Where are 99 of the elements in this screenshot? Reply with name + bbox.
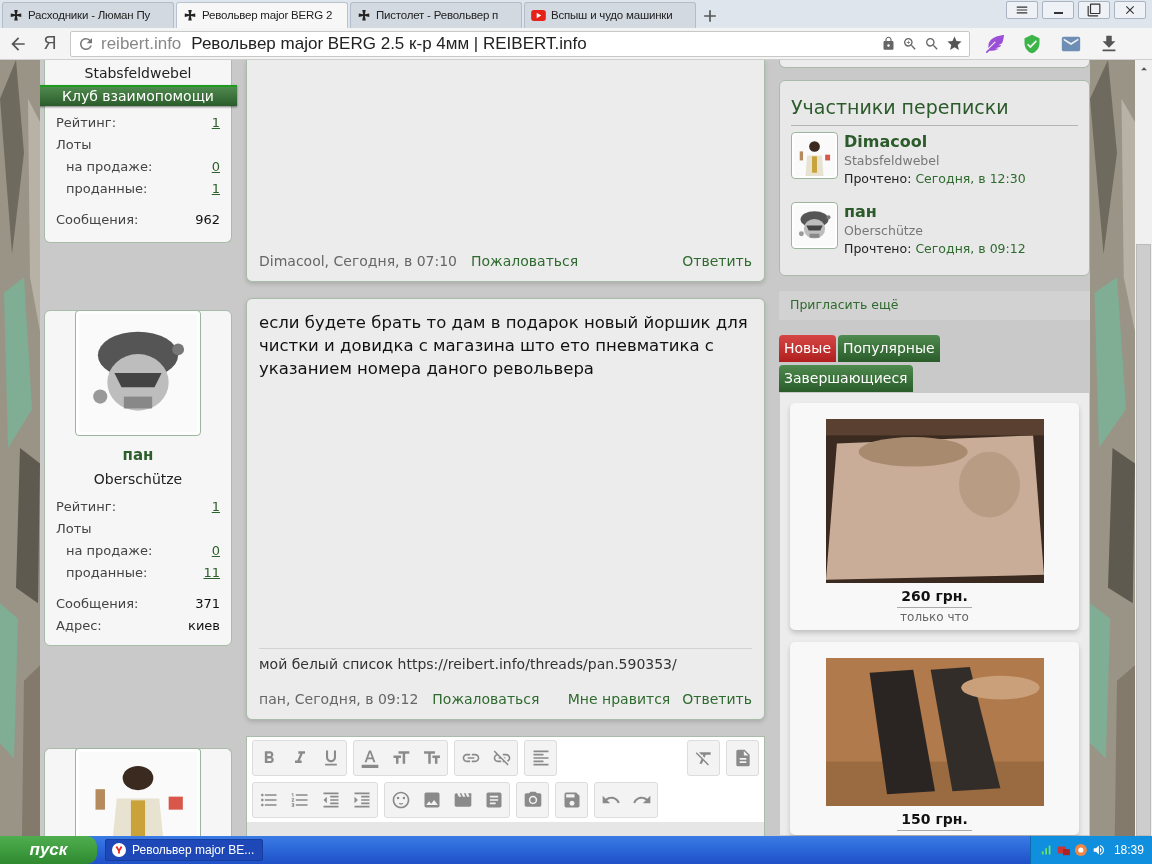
stat-link[interactable]: 0 [211, 157, 220, 177]
stat-label: Рейтинг: [56, 114, 117, 133]
post-meta: пан, Сегодня, в 09:12 [259, 689, 419, 709]
close-button[interactable] [1114, 1, 1146, 19]
participant-name[interactable]: пан [844, 202, 1026, 223]
listing-tab[interactable]: Новые [779, 335, 836, 362]
listing-price: 150 грн. [897, 809, 972, 831]
avatar-frame[interactable] [791, 132, 838, 180]
participants-title: Участники переписки [791, 95, 1009, 118]
lock-icon [881, 36, 896, 51]
listing-card[interactable]: 260 грн. только что [790, 403, 1079, 630]
close-icon [1123, 3, 1137, 17]
minimize-icon [1053, 12, 1063, 14]
user-rank: Stabsfeldwebel [84, 64, 192, 83]
report-link[interactable]: Пожаловаться [432, 688, 540, 710]
stat-label: на продаже: [66, 541, 153, 560]
stat-label: Сообщения: [56, 594, 139, 613]
stat-label: Рейтинг: [56, 497, 117, 516]
restore-button[interactable] [1078, 1, 1110, 19]
cross-icon [9, 8, 23, 23]
action-link[interactable]: Ответить [682, 688, 752, 710]
browser-tab[interactable]: Револьвер major BERG 2 [176, 2, 348, 28]
feather-icon[interactable] [986, 34, 1004, 53]
listing-price: 260 грн. [897, 586, 972, 608]
listing-card[interactable]: 150 грн. [790, 642, 1079, 835]
stat-link[interactable]: 1 [211, 179, 220, 199]
browser-tab[interactable]: Расходники - Люман Пу [2, 2, 174, 28]
stat-label: на продаже: [66, 158, 153, 177]
scrollbar-thumb[interactable] [1136, 244, 1151, 836]
post-meta: Dimacool, Сегодня, в 07:10 [259, 251, 458, 271]
volume-icon [1092, 843, 1106, 857]
listing-time: только что [900, 609, 969, 626]
stat-value: 962 [195, 211, 220, 230]
task-title: Револьвер major BE... [132, 842, 255, 859]
yandex-button[interactable]: Я [40, 30, 60, 57]
post-text: если будете брать то дам в подарок новый йоршик для чистки и довидка с магазина што ето пневматика с указанием номера даного револьвера [259, 312, 749, 380]
browser-icon [112, 843, 126, 857]
restore-icon [1087, 3, 1101, 17]
user-rank: Oberschütze [93, 469, 183, 489]
stat-label: проданные: [66, 180, 148, 199]
participant-rank: Stabsfeldwebel [844, 152, 941, 171]
minimize-button[interactable] [1042, 1, 1074, 19]
stat-label: Сообщения: [56, 211, 139, 230]
zoom-icon [902, 35, 918, 52]
camera-icon [522, 790, 543, 810]
tab-title: Вспыш и чудо машинки [551, 7, 673, 23]
stat-label: Лоты [56, 136, 93, 154]
start-button[interactable]: пуск [0, 836, 97, 864]
action-link[interactable]: Ответить [682, 250, 752, 272]
tab-title: Револьвер major BERG 2 [202, 7, 333, 23]
avatar-frame[interactable] [791, 202, 838, 250]
signal-icon [1039, 843, 1053, 857]
club-ribbon: Клуб взаимопомощи [40, 85, 237, 106]
stat-label: проданные: [66, 563, 148, 582]
stat-link[interactable]: 1 [211, 113, 220, 133]
signature-text: мой белый список https://reibert.info/threads/pan.590353/ [259, 656, 677, 672]
action-link[interactable]: Мне нравится [567, 688, 671, 710]
browser-tab[interactable]: Вспыш и чудо машинки [524, 2, 696, 28]
read-time: Сегодня, в 09:12 [915, 240, 1026, 259]
menu-button[interactable] [1006, 1, 1038, 19]
tab-title: Расходники - Люман Пу [28, 7, 151, 23]
invite-link[interactable]: Пригласить ещё [790, 295, 899, 315]
read-label: Прочтено: [844, 240, 912, 259]
text-color-icon [359, 748, 380, 768]
cross-icon [357, 8, 371, 23]
tray-app-icon [1074, 843, 1089, 857]
listing-tab[interactable]: Завершающиеся [779, 365, 913, 392]
stat-value: 371 [195, 594, 220, 613]
participant-name[interactable]: Dimacool [844, 132, 1026, 153]
browser-tab[interactable]: Пистолет - Револьвер п [350, 2, 522, 28]
play-icon [531, 10, 546, 21]
report-link[interactable]: Пожаловаться [471, 250, 579, 272]
shield-icon[interactable] [1022, 33, 1042, 54]
taskbar-task[interactable]: Револьвер major BE... [105, 839, 263, 861]
stat-link[interactable]: 1 [211, 496, 220, 517]
listing-tab[interactable]: Популярные [838, 335, 940, 362]
stat-label: Адрес: [56, 616, 102, 635]
stat-link[interactable]: 0 [211, 540, 220, 561]
clock: 18:39 [1113, 842, 1144, 859]
stat-value: киев [188, 616, 220, 635]
stat-label: Лоты [56, 519, 93, 538]
participant-rank: Oberschütze [844, 222, 924, 241]
read-label: Прочтено: [844, 170, 912, 189]
numbered-list-icon [289, 790, 310, 810]
film-icon [452, 790, 473, 810]
address-field[interactable]: reibert.info Револьвер major BERG 2.5 к-р 4мм | REIBERT.info [70, 30, 970, 57]
address-domain: reibert.info [101, 32, 182, 55]
scrollbar[interactable] [1135, 60, 1152, 836]
search-icon [924, 35, 940, 52]
reply-editor[interactable] [246, 736, 765, 836]
smiley-icon [390, 790, 411, 810]
username[interactable]: пан [122, 444, 154, 467]
read-time: Сегодня, в 12:30 [915, 170, 1026, 189]
tab-title: Пистолет - Револьвер п [376, 7, 499, 23]
stat-link[interactable]: 11 [203, 562, 220, 583]
address-title: Револьвер major BERG 2.5 к-р 4мм | REIBERT.info [191, 32, 587, 55]
star-icon [946, 35, 963, 52]
cross-icon [183, 8, 197, 23]
unlink-icon [491, 748, 512, 768]
